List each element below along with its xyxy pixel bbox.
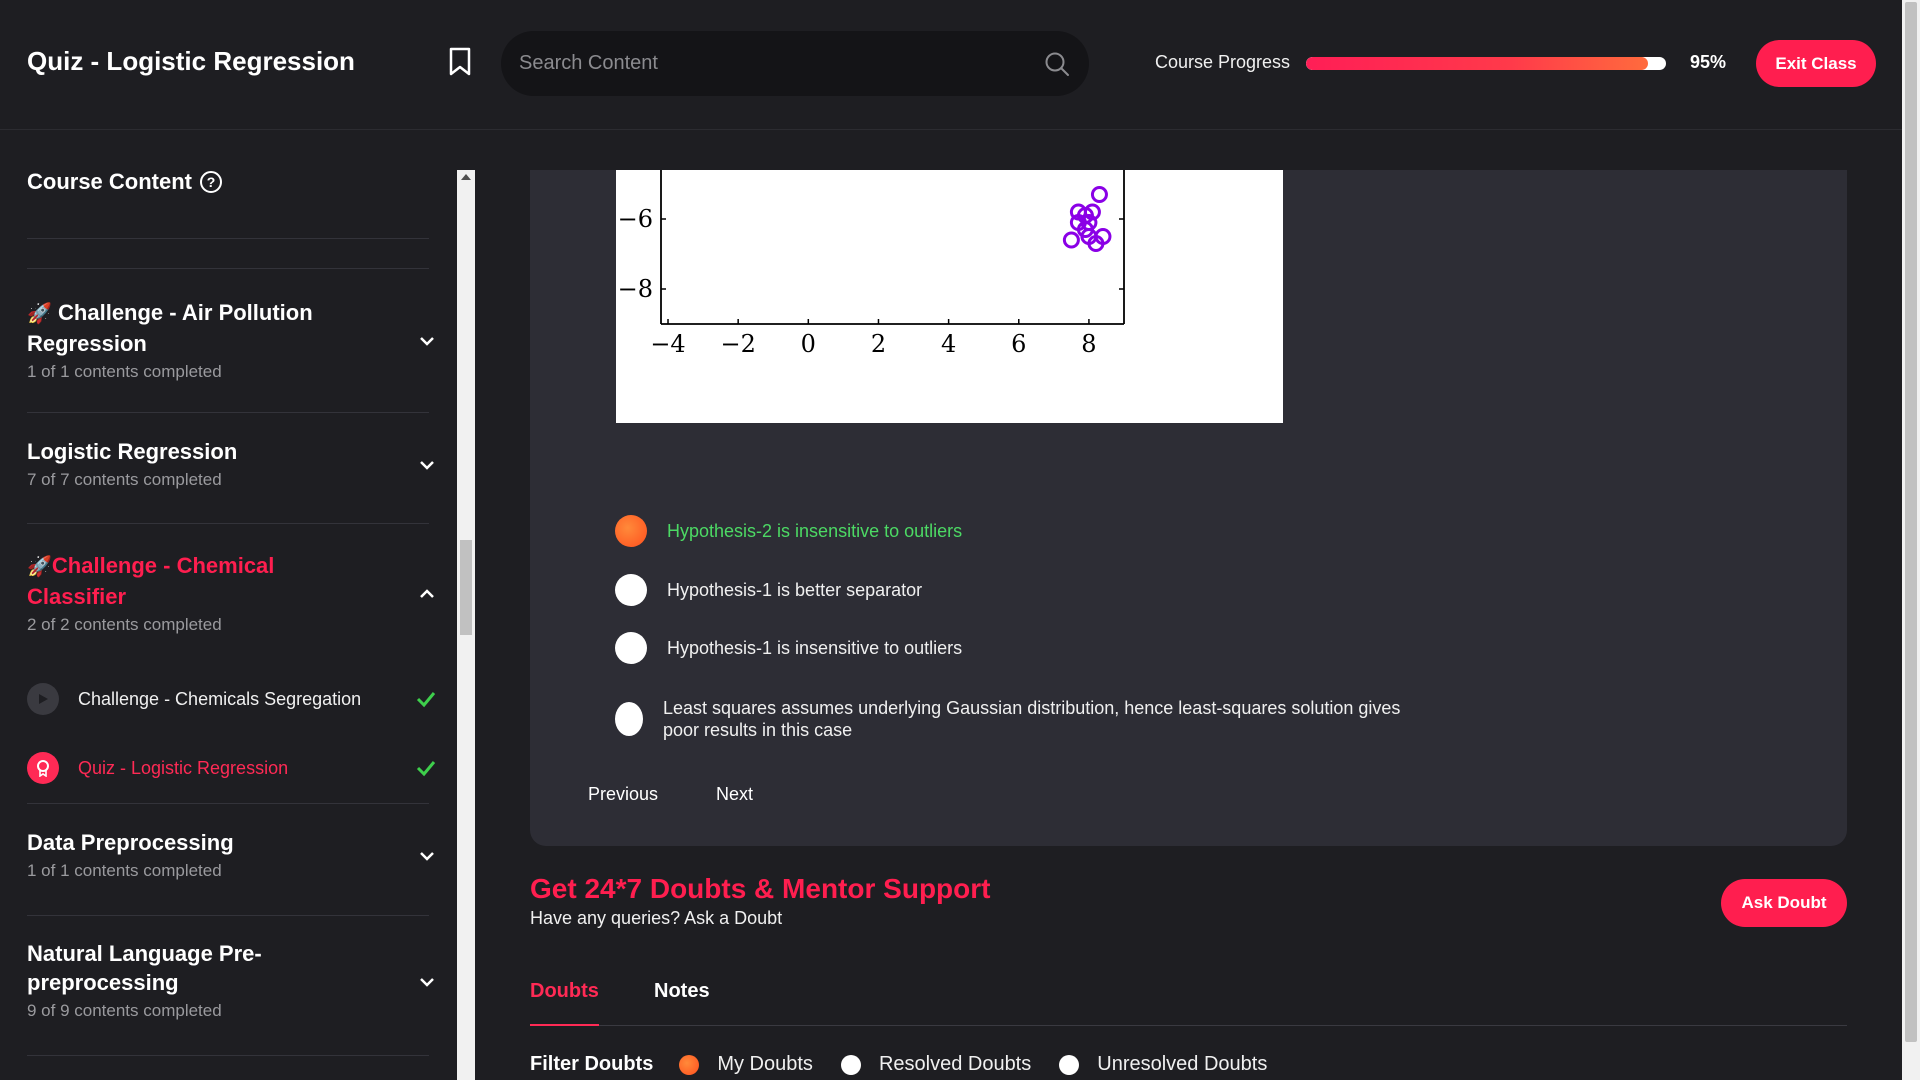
course-progress-bar bbox=[1306, 57, 1666, 70]
scrollbar-thumb[interactable] bbox=[460, 540, 472, 635]
scatter-plot: −4 −2 0 2 4 6 8 −6 −8 bbox=[616, 170, 1283, 423]
rocket-icon: 🚀 bbox=[27, 556, 52, 578]
option-radio[interactable] bbox=[615, 632, 647, 664]
course-content-label: Course Content bbox=[27, 169, 192, 194]
bookmark-icon[interactable] bbox=[448, 47, 472, 77]
section-title: 🚀Challenge - Chemical Classifier bbox=[27, 553, 275, 609]
quiz-badge-icon bbox=[27, 752, 59, 784]
section-title: 🚀 Challenge - Air Pollution Regression bbox=[27, 300, 313, 356]
filter-radio[interactable] bbox=[679, 1054, 700, 1075]
quiz-option[interactable]: Hypothesis-1 is insensitive to outliers bbox=[615, 632, 962, 664]
x-tick-label: 4 bbox=[941, 330, 956, 358]
x-tick-label: −4 bbox=[650, 330, 685, 358]
y-tick-label: −6 bbox=[618, 205, 653, 233]
section-progress: 1 of 1 contents completed bbox=[27, 362, 222, 381]
filter-option[interactable]: My Doubts bbox=[717, 1053, 813, 1076]
page-title: Quiz - Logistic Regression bbox=[27, 46, 355, 76]
x-tick-label: 8 bbox=[1081, 330, 1096, 358]
progress-label: Course Progress bbox=[1155, 52, 1291, 72]
lesson-item[interactable]: Challenge - Chemicals Segregation bbox=[27, 679, 437, 719]
filter-radio[interactable] bbox=[840, 1054, 861, 1075]
page-scrollbar-thumb[interactable] bbox=[1905, 2, 1917, 1042]
play-icon bbox=[27, 683, 59, 715]
section-progress: 7 of 7 contents completed bbox=[27, 470, 222, 489]
section-progress: 9 of 9 contents completed bbox=[27, 1001, 222, 1020]
tab-notes[interactable]: Notes bbox=[654, 980, 710, 1003]
divider bbox=[27, 915, 429, 916]
rocket-icon: 🚀 bbox=[27, 303, 52, 325]
filter-option[interactable]: Resolved Doubts bbox=[879, 1053, 1031, 1076]
option-radio[interactable] bbox=[615, 515, 647, 547]
section-chemical-classifier[interactable]: 🚀Challenge - Chemical Classifier 2 of 2 … bbox=[27, 551, 437, 635]
quiz-option[interactable]: Least squares assumes underlying Gaussia… bbox=[615, 697, 1423, 741]
filter-label: Filter Doubts bbox=[530, 1053, 654, 1075]
data-point bbox=[1090, 186, 1108, 203]
page-scrollbar[interactable] bbox=[1902, 0, 1920, 1080]
divider bbox=[27, 803, 429, 804]
quiz-option[interactable]: Hypothesis-2 is insensitive to outliers bbox=[615, 515, 962, 547]
x-tick-label: 0 bbox=[801, 330, 816, 358]
filter-radio[interactable] bbox=[1059, 1054, 1080, 1075]
section-title: Logistic Regression bbox=[27, 439, 238, 464]
quiz-option[interactable]: Hypothesis-1 is better separator bbox=[615, 574, 922, 606]
y-tick-label: −8 bbox=[618, 275, 653, 303]
section-progress: 2 of 2 contents completed bbox=[27, 615, 222, 634]
check-icon bbox=[416, 761, 436, 777]
sidebar-scrollbar[interactable] bbox=[457, 170, 475, 1080]
filter-option[interactable]: Unresolved Doubts bbox=[1097, 1053, 1267, 1076]
exit-class-button[interactable]: Exit Class bbox=[1756, 40, 1876, 87]
course-content-heading: Course Content ? bbox=[27, 169, 222, 195]
progress-fill bbox=[1306, 57, 1648, 70]
lesson-item-active[interactable]: Quiz - Logistic Regression bbox=[27, 748, 437, 788]
next-button[interactable]: Next bbox=[716, 784, 753, 805]
ask-doubt-button[interactable]: Ask Doubt bbox=[1721, 879, 1847, 927]
section-logistic-regression[interactable]: Logistic Regression 7 of 7 contents comp… bbox=[27, 437, 437, 490]
chevron-down-icon[interactable] bbox=[417, 972, 437, 992]
divider bbox=[27, 268, 429, 269]
data-point bbox=[1062, 231, 1080, 249]
chevron-down-icon[interactable] bbox=[417, 846, 437, 866]
x-tick-label: −2 bbox=[720, 330, 755, 358]
scroll-up-arrow-icon[interactable] bbox=[461, 174, 471, 180]
lesson-label: Challenge - Chemicals Segregation bbox=[78, 688, 362, 709]
doubts-heading: Get 24*7 Doubts & Mentor Support bbox=[530, 873, 991, 904]
divider bbox=[27, 412, 429, 413]
tab-rule bbox=[530, 1025, 1847, 1026]
active-tab-indicator bbox=[530, 1024, 599, 1026]
lesson-label: Quiz - Logistic Regression bbox=[78, 757, 289, 778]
search-icon[interactable] bbox=[1044, 51, 1070, 77]
help-icon[interactable]: ? bbox=[200, 171, 222, 193]
divider bbox=[27, 238, 429, 239]
doubts-subtitle: Have any queries? Ask a Doubt bbox=[530, 908, 783, 928]
chevron-down-icon[interactable] bbox=[417, 455, 437, 475]
option-text: Hypothesis-1 is better separator bbox=[667, 580, 923, 600]
doubt-filter: Filter Doubts My Doubts Resolved Doubts … bbox=[530, 1053, 1295, 1076]
option-text: Least squares assumes underlying Gaussia… bbox=[663, 698, 1401, 740]
previous-button[interactable]: Previous bbox=[588, 784, 658, 805]
x-tick-label: 6 bbox=[1011, 330, 1026, 358]
tab-doubts[interactable]: Doubts bbox=[530, 980, 599, 1003]
option-text: Hypothesis-2 is insensitive to outliers bbox=[667, 521, 963, 541]
course-sidebar: Course Content ? 🚀 Challenge - Air Pollu… bbox=[0, 131, 458, 1080]
divider bbox=[27, 523, 429, 524]
search-input[interactable] bbox=[519, 31, 1019, 96]
section-air-pollution[interactable]: 🚀 Challenge - Air Pollution Regression 1… bbox=[27, 298, 437, 382]
x-tick-label: 2 bbox=[871, 330, 886, 358]
search-bar bbox=[501, 31, 1089, 96]
section-data-preprocessing[interactable]: Data Preprocessing 1 of 1 contents compl… bbox=[27, 828, 437, 881]
section-nlp[interactable]: Natural Language Pre-preprocessing 9 of … bbox=[27, 939, 437, 1021]
check-icon bbox=[416, 692, 436, 708]
option-radio[interactable] bbox=[615, 702, 643, 736]
option-text: Hypothesis-1 is insensitive to outliers bbox=[667, 638, 963, 658]
section-title: Data Preprocessing bbox=[27, 830, 234, 855]
progress-percent: 95% bbox=[1690, 52, 1727, 72]
chevron-up-icon[interactable] bbox=[417, 584, 437, 604]
option-radio[interactable] bbox=[615, 574, 647, 606]
divider bbox=[27, 1055, 429, 1056]
top-bar: Quiz - Logistic Regression Course Progre… bbox=[0, 0, 1902, 130]
chevron-down-icon[interactable] bbox=[417, 331, 437, 351]
section-title: Natural Language Pre-preprocessing bbox=[27, 941, 262, 995]
section-progress: 1 of 1 contents completed bbox=[27, 861, 222, 880]
quiz-card: −4 −2 0 2 4 6 8 −6 −8 Hypothesis-2 is insensitiv… bbox=[530, 170, 1847, 846]
